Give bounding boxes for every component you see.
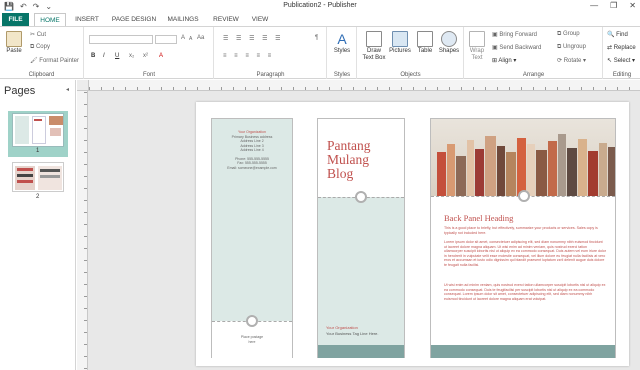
title-bar: 💾 ↶ ↷ ⌄ Publication2 - Publisher — ❐ ✕: [0, 0, 640, 13]
italic-button[interactable]: I: [103, 53, 105, 59]
body-paragraph-1[interactable]: Lorem ipsum dolor sit amet, consectetuer…: [444, 240, 606, 268]
page-2-thumbnail[interactable]: [12, 162, 64, 192]
underline-button[interactable]: U: [115, 53, 119, 59]
styles-group-label: Styles: [333, 72, 351, 78]
shrink-font-button[interactable]: A: [189, 36, 192, 42]
tagline-text[interactable]: Your Business Tag Line Here.: [326, 331, 378, 336]
send-backward-button[interactable]: ▣ Send Backward: [492, 44, 541, 51]
back-panel-heading[interactable]: Back Panel Heading: [444, 213, 513, 223]
editing-group: 🔍 Find ⇄ Replace ↖ Select ▾ Editing: [604, 27, 640, 79]
objects-group: Draw Text Box Pictures Table Shapes Obje…: [358, 27, 464, 79]
arrange-group: Wrap Text ▣ Bring Forward ▣ Send Backwar…: [465, 27, 603, 79]
font-size-combo[interactable]: [155, 35, 177, 44]
cut-button[interactable]: ✂ Cut: [30, 31, 46, 38]
address-line-4[interactable]: Address Line 4: [212, 148, 292, 153]
tab-mailings[interactable]: MAILINGS: [164, 13, 202, 26]
bold-button[interactable]: B: [91, 53, 95, 59]
blog-title[interactable]: Pantang Mulang Blog: [327, 139, 387, 181]
ungroup-button[interactable]: ⧉ Ungroup: [557, 44, 586, 51]
format-painter-button[interactable]: 🖌 Format Painter: [30, 57, 79, 64]
inside-panel-left[interactable]: Your Organization Primary Business addre…: [211, 118, 293, 358]
editing-group-label: Editing: [612, 72, 632, 78]
org-name-text[interactable]: Your Organization: [326, 325, 358, 330]
paste-icon: [6, 31, 22, 47]
tab-page-design[interactable]: PAGE DESIGN: [110, 13, 158, 26]
tab-insert[interactable]: INSERT: [72, 13, 102, 26]
styles-group: A Styles Styles: [328, 27, 357, 79]
bookshelf-image[interactable]: [431, 119, 615, 196]
close-button[interactable]: ✕: [629, 1, 636, 10]
table-button[interactable]: Table: [414, 31, 436, 55]
picture-icon: [392, 31, 408, 47]
font-group-label: Font: [142, 72, 155, 78]
vertical-ruler[interactable]: [77, 80, 88, 370]
list-buttons[interactable]: ☰ ☰ ☰ ☰ ☰: [223, 35, 284, 42]
inside-panel-middle[interactable]: Pantang Mulang Blog Your Organization Yo…: [317, 118, 405, 358]
window-title: Publication2 - Publisher: [283, 2, 357, 9]
grow-font-button[interactable]: A: [181, 35, 185, 41]
tab-review[interactable]: REVIEW: [210, 13, 242, 26]
font-color-button[interactable]: A: [159, 53, 163, 59]
footer-band: [318, 345, 404, 358]
select-button[interactable]: ↖ Select ▾: [607, 57, 635, 64]
page-2-number: 2: [36, 194, 40, 200]
body-paragraph-2[interactable]: Ut wisi enim ad minim veniam, quis nostr…: [444, 283, 606, 301]
ribbon: Paste ✂ Cut ⧉ Copy 🖌 Format Painter Clip…: [0, 26, 640, 79]
group-button[interactable]: ⧉ Group: [557, 31, 580, 38]
fold-marker-icon: [246, 315, 258, 327]
font-name-combo[interactable]: [89, 35, 153, 44]
wrap-text-icon: [469, 31, 485, 47]
subscript-button[interactable]: x₂: [129, 53, 134, 59]
paragraph-group-label: Paragraph: [256, 72, 285, 78]
bring-forward-button[interactable]: ▣ Bring Forward: [492, 31, 537, 38]
publication-page[interactable]: Your Organization Primary Business addre…: [196, 102, 629, 366]
clipboard-group: Paste ✂ Cut ⧉ Copy 🖌 Format Painter Clip…: [0, 27, 84, 79]
arrange-group-label: Arrange: [522, 72, 545, 78]
table-icon: [417, 31, 433, 47]
replace-button[interactable]: ⇄ Replace: [607, 44, 636, 51]
ribbon-tabs: FILE HOME INSERT PAGE DESIGN MAILINGS RE…: [0, 13, 640, 26]
shapes-button[interactable]: Shapes: [438, 31, 460, 55]
paste-button[interactable]: Paste: [3, 31, 25, 55]
text-box-icon: [366, 31, 382, 47]
clipboard-group-label: Clipboard: [28, 72, 55, 78]
email-text[interactable]: Email: someone@example.com: [212, 166, 292, 171]
styles-button[interactable]: A Styles: [331, 31, 353, 55]
align-button[interactable]: ⊞ Align ▾: [492, 57, 516, 64]
align-buttons[interactable]: ≡ ≡ ≡ ≡ ≡: [223, 53, 274, 59]
page-1-thumbnail[interactable]: [12, 113, 64, 147]
tab-file[interactable]: FILE: [2, 13, 29, 26]
styles-icon: A: [337, 31, 347, 47]
restore-button[interactable]: ❐: [610, 1, 617, 10]
find-button[interactable]: 🔍 Find: [607, 31, 628, 38]
page-1-number: 1: [36, 148, 40, 154]
pictures-button[interactable]: Pictures: [388, 31, 412, 55]
paragraph-group: ☰ ☰ ☰ ☰ ☰ ¶ ≡ ≡ ≡ ≡ ≡ Paragraph: [215, 27, 327, 79]
change-case-button[interactable]: Aa: [197, 35, 204, 41]
fold-marker-icon: [518, 190, 530, 202]
wrap-text-button[interactable]: Wrap Text: [466, 31, 488, 62]
ruler-corner: [77, 80, 89, 91]
minimize-button[interactable]: —: [590, 1, 598, 10]
font-group: A A Aa B I U x₂ x² A Font: [85, 27, 214, 79]
superscript-button[interactable]: x²: [143, 53, 148, 59]
copy-button[interactable]: ⧉ Copy: [30, 44, 50, 51]
tab-view[interactable]: VIEW: [248, 13, 272, 26]
footer-band: [431, 345, 615, 358]
summary-paragraph[interactable]: This is a good place to briefly, but eff…: [444, 226, 606, 235]
draw-text-box-button[interactable]: Draw Text Box: [362, 31, 386, 62]
rotate-button[interactable]: ⟳ Rotate ▾: [557, 57, 586, 64]
fold-marker-icon: [355, 191, 367, 203]
shapes-icon: [441, 31, 457, 47]
window-controls: — ❐ ✕: [590, 1, 636, 10]
show-marks-button[interactable]: ¶: [315, 35, 318, 41]
objects-group-label: Objects: [400, 72, 421, 78]
tab-home[interactable]: HOME: [34, 13, 66, 26]
pages-panel-title: Pages: [4, 85, 36, 97]
postage-stamp-text[interactable]: Place postage here: [240, 335, 264, 344]
collapse-icon[interactable]: ◂: [66, 86, 69, 93]
back-panel[interactable]: Back Panel Heading This is a good place …: [430, 118, 616, 358]
horizontal-ruler[interactable]: [89, 80, 640, 91]
